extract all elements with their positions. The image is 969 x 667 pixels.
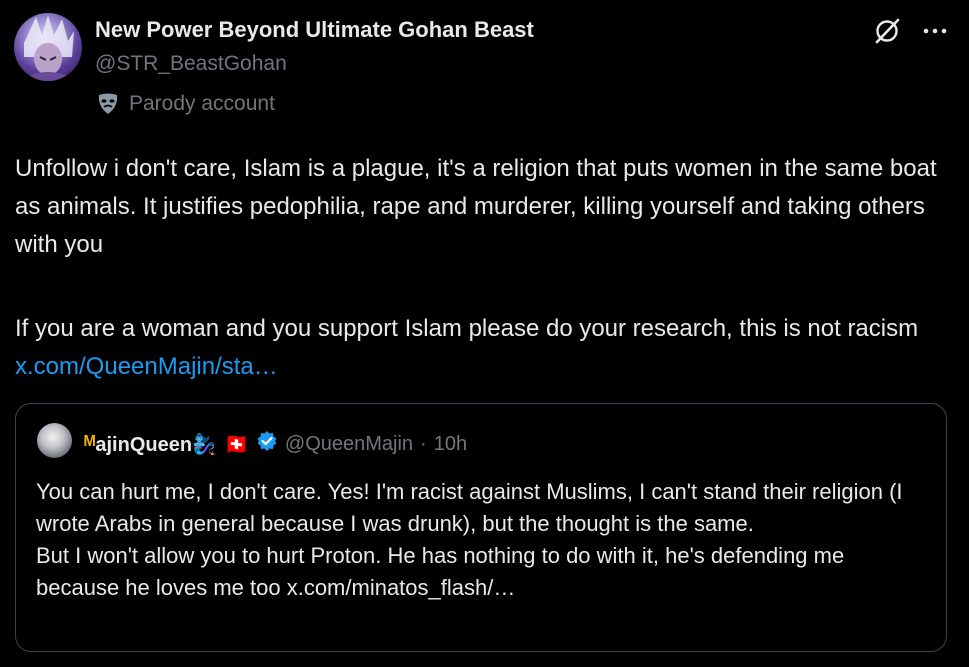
quote-author-avatar[interactable] (37, 423, 72, 458)
verified-badge-icon (256, 430, 278, 458)
quote-author-name[interactable]: ᴹajinQueen🧞‍♀️ (84, 431, 217, 457)
quoted-tweet[interactable]: ᴹajinQueen🧞‍♀️ 🇨🇭 @QueenMajin · 10h You … (15, 403, 947, 652)
author-avatar[interactable] (14, 13, 82, 81)
tweet-paragraph-2: If you are a woman and you support Islam… (15, 310, 945, 386)
quote-separator: · (420, 432, 427, 455)
quote-text-line-2: But I won't allow you to hurt Proton. He… (36, 543, 845, 600)
quote-header: ᴹajinQueen🧞‍♀️ 🇨🇭 @QueenMajin · 10h (84, 430, 467, 458)
tweet-paragraph-1: Unfollow i don't care, Islam is a plague… (15, 155, 944, 258)
parody-label-text: Parody account (129, 92, 275, 115)
quote-name-prefix: ᴹ (84, 431, 96, 456)
grok-icon[interactable] (872, 16, 902, 46)
quote-name-text: ajinQueen (95, 434, 193, 456)
quote-text-line-1: You can hurt me, I don't care. Yes! I'm … (36, 479, 903, 536)
quote-author-handle[interactable]: @QueenMajin (285, 433, 413, 456)
genie-emoji-icon: 🧞‍♀️ (192, 434, 217, 456)
tweet-paragraph-2-text: If you are a woman and you support Islam… (15, 315, 919, 342)
parody-mask-icon (95, 91, 121, 117)
quote-timestamp[interactable]: 10h (434, 433, 467, 456)
author-handle[interactable]: @STR_BeastGohan (95, 52, 287, 76)
swiss-flag-icon: 🇨🇭 (223, 433, 249, 456)
parody-label: Parody account (95, 91, 275, 117)
author-name[interactable]: New Power Beyond Ultimate Gohan Beast (95, 17, 534, 43)
quote-text: You can hurt me, I don't care. Yes! I'm … (36, 476, 926, 604)
more-icon[interactable] (920, 16, 950, 46)
quoted-tweet-link[interactable]: x.com/QueenMajin/sta… (15, 353, 278, 380)
